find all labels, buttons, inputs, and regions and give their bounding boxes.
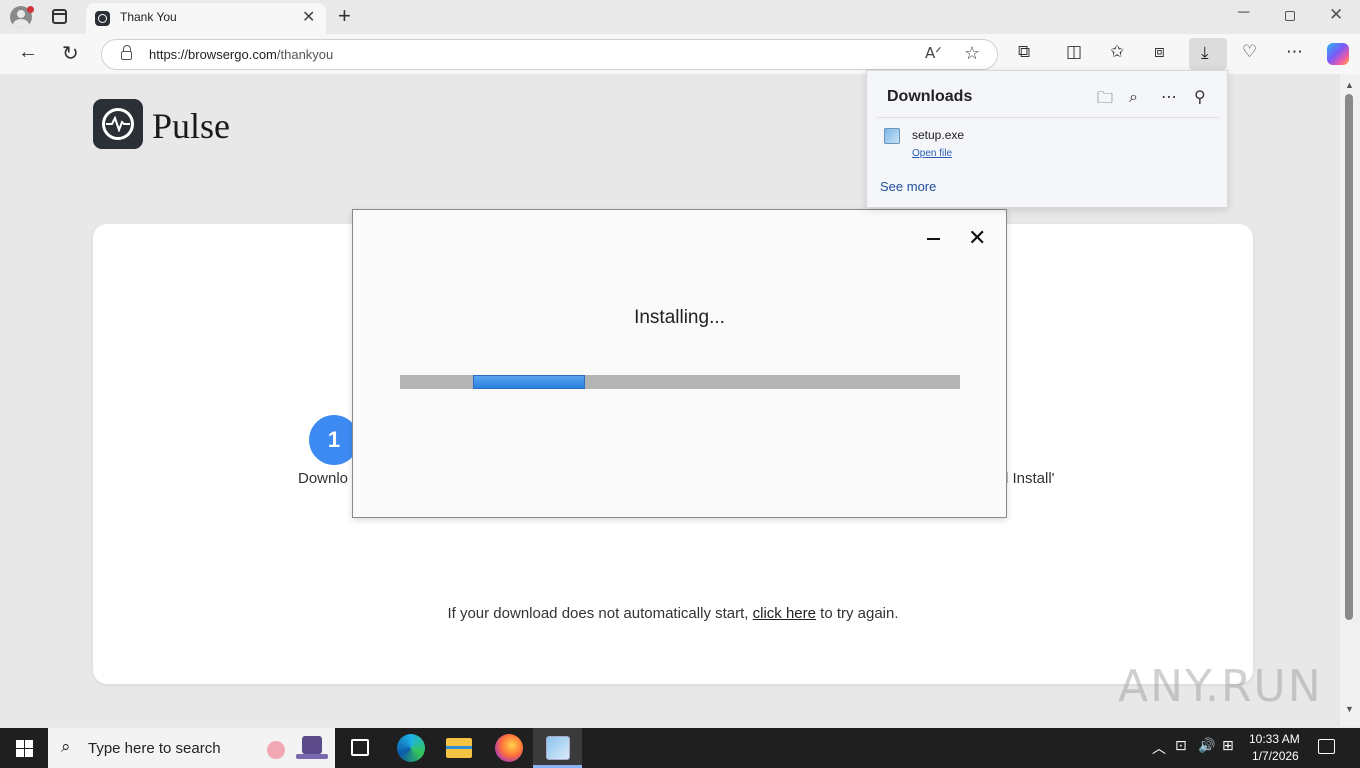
downloads-button[interactable]: ⤓ xyxy=(1189,38,1227,70)
open-file-link[interactable]: Open file xyxy=(912,148,952,159)
tab-favicon-icon xyxy=(95,11,110,26)
install-progress-fill xyxy=(473,375,585,389)
dialog-close-icon[interactable]: ✕ xyxy=(968,225,986,251)
meet-now-icon[interactable]: ⊡ xyxy=(1175,738,1187,754)
retry-message: If your download does not automatically … xyxy=(93,605,1253,622)
scroll-down-icon[interactable]: ▼ xyxy=(1345,704,1354,714)
search-downloads-icon[interactable]: ⌕ xyxy=(1129,87,1138,107)
new-tab-icon[interactable]: + xyxy=(338,3,351,29)
search-icon: ⌕ xyxy=(61,737,71,756)
taskbar: ⌕ Type here to search ︿ ⊡ 🔊 ⊞ 10:33 AM 1… xyxy=(0,728,1360,768)
downloads-icon: ⤓ xyxy=(1201,43,1209,62)
copilot-icon[interactable] xyxy=(1327,43,1349,65)
edge-taskbar-icon[interactable] xyxy=(397,734,425,762)
download-file-name[interactable]: setup.exe xyxy=(912,128,964,142)
downloads-panel: Downloads 🗀 ⌕ ⋯ ⚲ setup.exe Open file Se… xyxy=(866,70,1228,208)
windows-start-icon[interactable] xyxy=(16,740,33,757)
brand-name: Pulse xyxy=(152,106,231,146)
task-view-icon[interactable] xyxy=(351,739,369,756)
search-highlight-art-icon xyxy=(267,736,328,759)
step-label-install: l Install' xyxy=(1005,470,1055,487)
clock-date[interactable]: 1/7/2026 xyxy=(1252,749,1299,763)
install-progress-bar xyxy=(400,375,960,389)
read-aloud-icon[interactable]: Aᐟ xyxy=(925,44,942,62)
retry-prefix: If your download does not automatically … xyxy=(447,605,753,622)
back-icon[interactable]: ← xyxy=(18,41,38,64)
browser-essentials-icon[interactable]: ♡ xyxy=(1242,42,1257,62)
refresh-icon[interactable]: ↻ xyxy=(62,41,79,66)
step-label-download: Downlo xyxy=(298,470,349,487)
more-icon[interactable]: ⋯ xyxy=(1286,42,1303,62)
tab-title: Thank You xyxy=(120,10,177,24)
downloads-title: Downloads xyxy=(887,88,973,105)
page-scrollbar[interactable]: ▲ ▼ xyxy=(1340,74,1360,726)
window-close-icon[interactable]: ✕ xyxy=(1329,5,1343,25)
collections-icon[interactable]: ⧈ xyxy=(1154,42,1165,62)
dialog-minimize-icon[interactable] xyxy=(927,238,940,240)
installer-taskbar-icon[interactable] xyxy=(533,728,582,768)
firefox-taskbar-icon[interactable] xyxy=(495,734,523,762)
pulse-logo-icon xyxy=(93,99,143,149)
downloads-divider xyxy=(877,117,1219,118)
retry-suffix: to try again. xyxy=(815,605,899,622)
scroll-up-icon[interactable]: ▲ xyxy=(1345,80,1354,90)
add-favorite-icon[interactable]: ☆ xyxy=(964,43,980,64)
taskbar-search[interactable]: ⌕ Type here to search xyxy=(48,728,335,768)
tab-thank-you[interactable]: Thank You ✕ xyxy=(86,3,326,34)
volume-icon[interactable]: 🔊 xyxy=(1198,738,1215,754)
exe-file-icon xyxy=(884,128,900,144)
search-placeholder: Type here to search xyxy=(88,740,221,757)
tab-actions-icon[interactable] xyxy=(52,9,67,24)
anyrun-watermark: ANY.RUN xyxy=(1118,661,1323,712)
open-folder-icon[interactable]: 🗀 xyxy=(1097,87,1113,114)
notifications-icon[interactable] xyxy=(1318,739,1335,754)
network-icon[interactable]: ⊞ xyxy=(1222,738,1234,754)
show-hidden-icons-icon[interactable]: ︿ xyxy=(1152,738,1166,758)
scroll-thumb[interactable] xyxy=(1345,94,1353,620)
split-screen-icon[interactable]: ◫ xyxy=(1066,42,1082,62)
downloads-more-icon[interactable]: ⋯ xyxy=(1161,87,1177,106)
lock-icon[interactable] xyxy=(121,45,132,60)
url-host: https://browsergo.com xyxy=(149,47,277,62)
browser-toolbar: ← ↻ https://browsergo.com/thankyou Aᐟ ☆ … xyxy=(0,34,1360,74)
url-path: /thankyou xyxy=(276,47,334,62)
profile-notification-dot xyxy=(27,6,34,13)
see-more-link[interactable]: See more xyxy=(880,179,936,194)
browser-titlebar: Thank You ✕ + ─ ✕ xyxy=(0,0,1360,34)
file-explorer-taskbar-icon[interactable] xyxy=(446,738,472,758)
favorites-icon[interactable]: ✩ xyxy=(1110,42,1124,62)
installer-dialog: ✕ Installing... xyxy=(352,209,1007,518)
tab-close-icon[interactable]: ✕ xyxy=(302,7,315,27)
address-bar[interactable]: https://browsergo.com/thankyou Aᐟ ☆ xyxy=(101,39,998,70)
url-text[interactable]: https://browsergo.com/thankyou xyxy=(149,47,333,62)
retry-link[interactable]: click here xyxy=(753,605,816,622)
clock-time[interactable]: 10:33 AM xyxy=(1249,732,1300,746)
window-restore-icon[interactable] xyxy=(1285,11,1295,21)
install-status: Installing... xyxy=(634,307,725,328)
pin-icon[interactable]: ⚲ xyxy=(1194,87,1206,106)
extensions-icon[interactable]: ⧉ xyxy=(1018,42,1030,62)
window-minimize-icon[interactable]: ─ xyxy=(1238,4,1249,22)
